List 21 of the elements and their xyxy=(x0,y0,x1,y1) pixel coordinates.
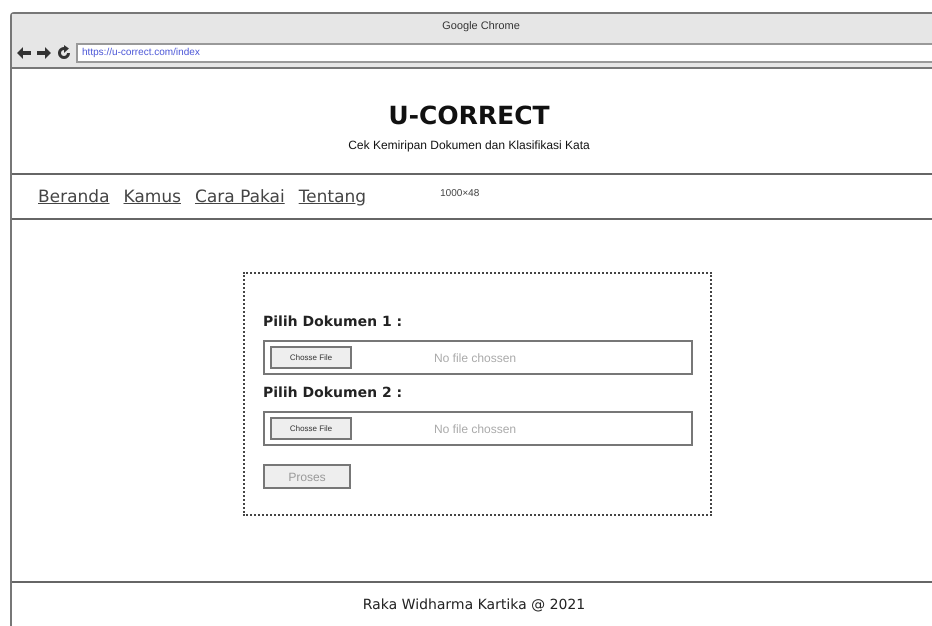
back-icon[interactable] xyxy=(16,44,32,60)
field-label: Pilih Dokumen 1 : xyxy=(263,314,404,330)
address-bar[interactable]: https://u-correct.com/index xyxy=(76,42,932,62)
site-title: U-CORRECT xyxy=(388,100,550,130)
size-note: 1000×48 xyxy=(440,188,480,199)
nav-link[interactable]: Tentang xyxy=(298,186,366,206)
footer-text: Raka Widharma Kartika @ 2021 xyxy=(362,597,586,613)
field-label: Pilih Dokumen 2 : xyxy=(263,385,404,401)
file-status: No file chossen xyxy=(434,422,516,436)
file-status: No file chossen xyxy=(434,350,516,364)
file-input[interactable]: Chosse File No file chossen xyxy=(263,340,693,375)
nav-link[interactable]: Kamus xyxy=(124,186,181,206)
nav-link[interactable]: Cara Pakai xyxy=(194,186,285,206)
window-title: Google Chrome xyxy=(442,20,520,32)
site-subtitle: Cek Kemiripan Dokumen dan Klasifikasi Kata xyxy=(348,138,590,152)
nav-link[interactable]: Beranda xyxy=(38,186,110,206)
choose-file-button[interactable]: Chosse File xyxy=(270,417,352,440)
reload-icon[interactable] xyxy=(56,44,72,60)
forward-icon[interactable] xyxy=(36,44,52,60)
file-input[interactable]: Chosse File No file chossen xyxy=(263,411,693,446)
choose-file-button[interactable]: Chosse File xyxy=(270,346,352,369)
